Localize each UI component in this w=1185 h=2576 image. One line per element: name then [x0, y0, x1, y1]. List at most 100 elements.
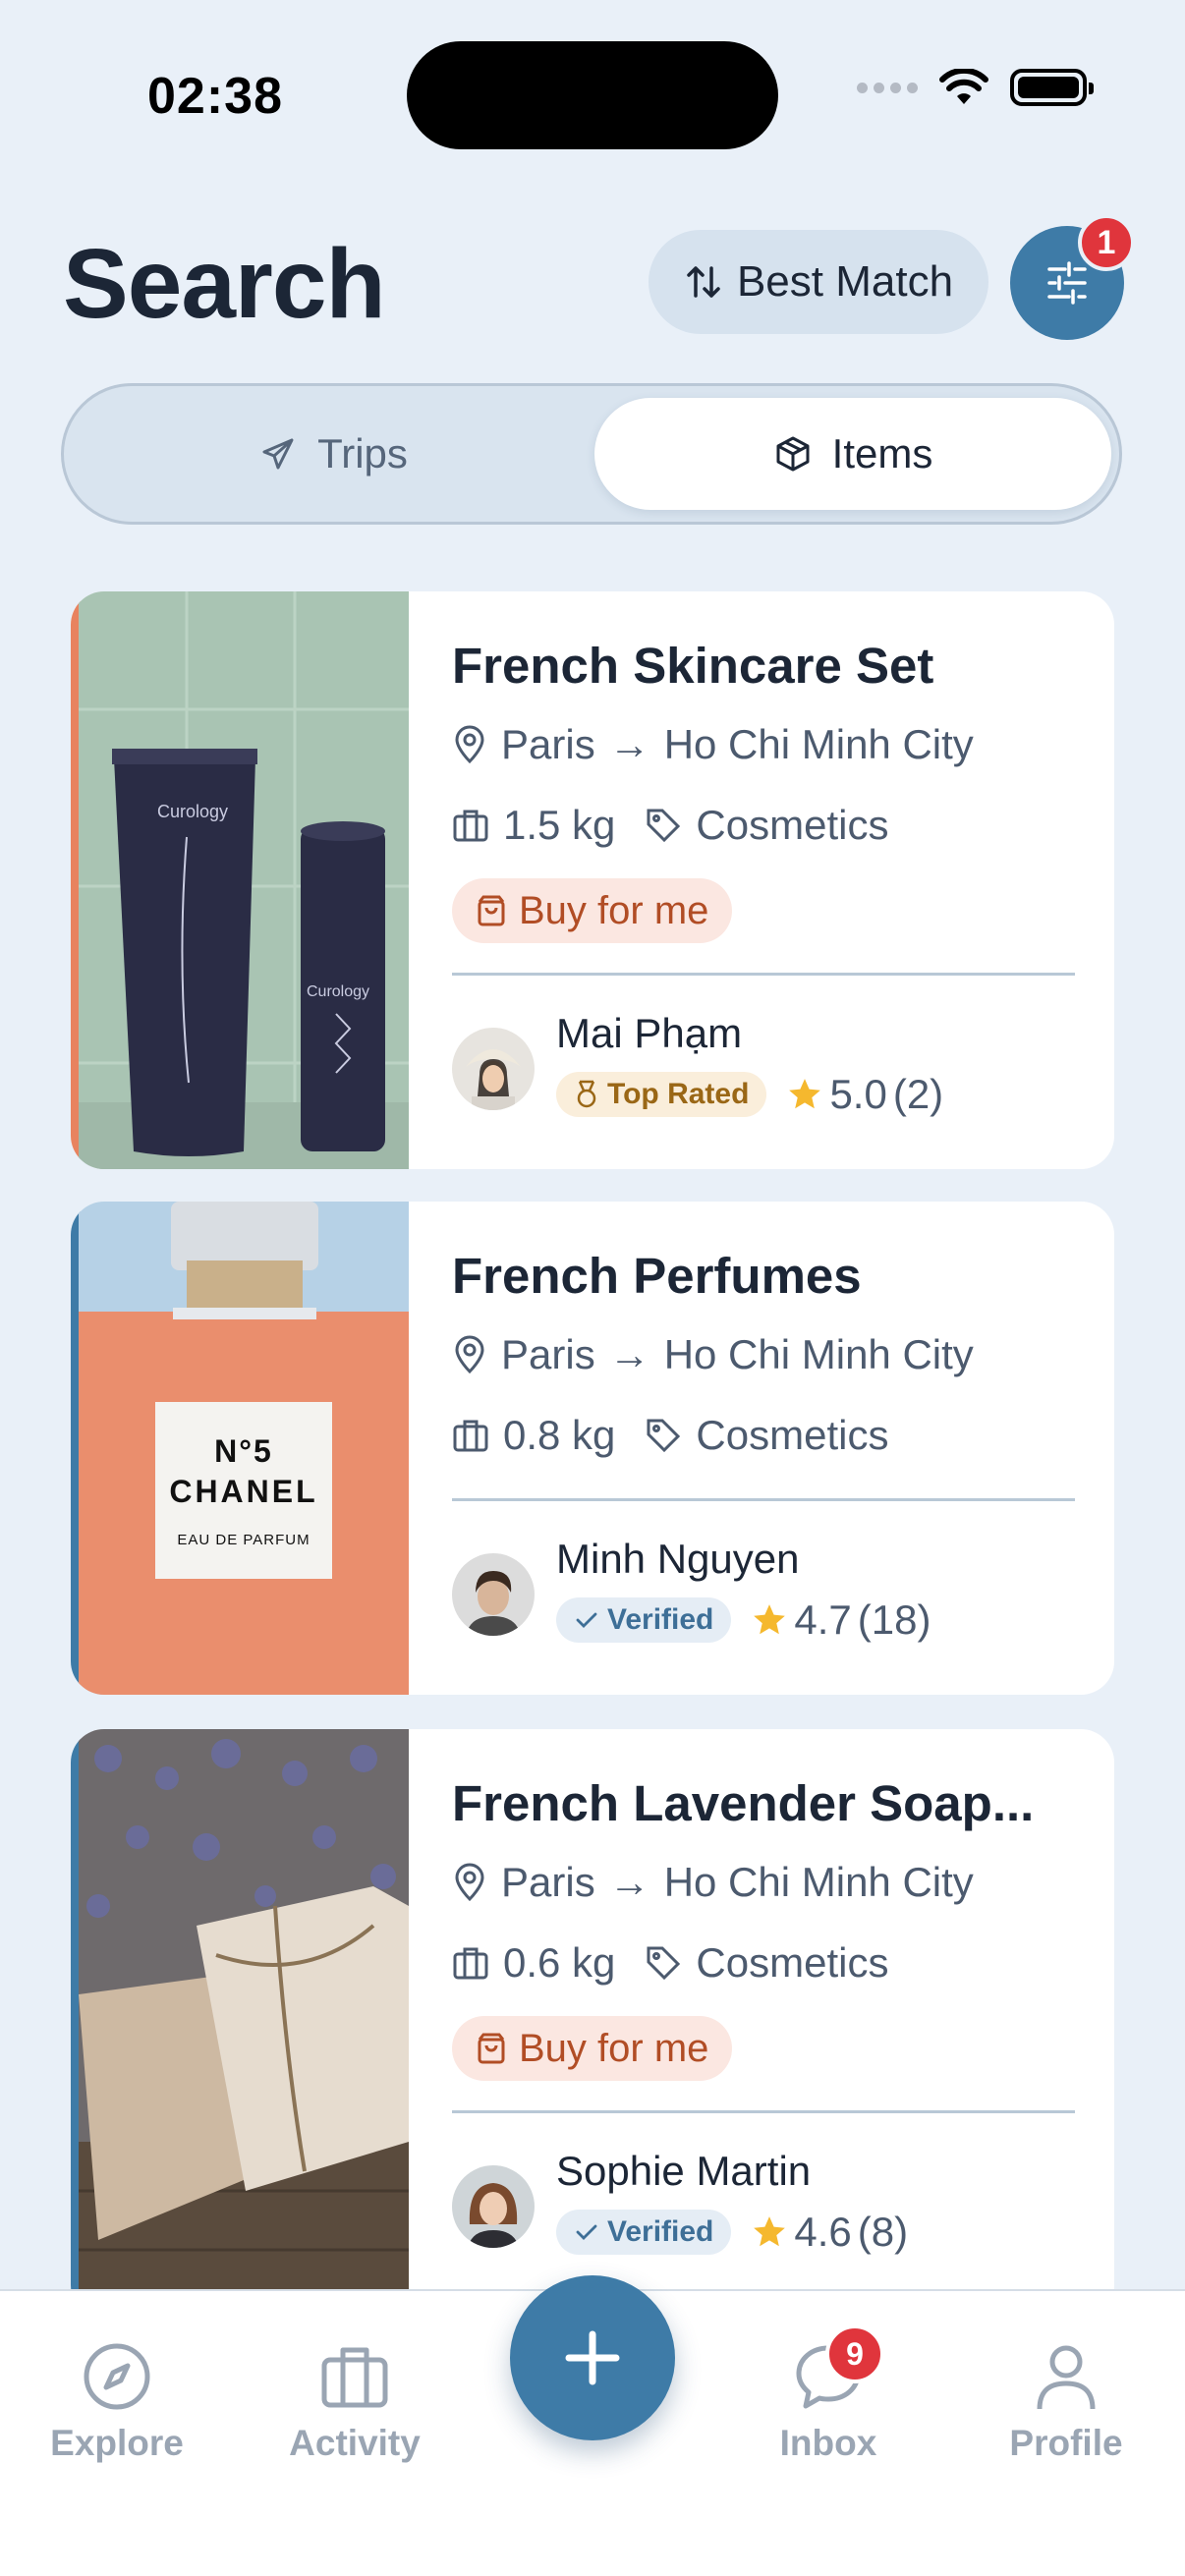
tag-icon	[645, 1417, 682, 1454]
perfume-label-type: EAU DE PARFUM	[177, 1531, 310, 1548]
avatar	[452, 2165, 535, 2248]
tab-trips[interactable]: Trips	[78, 398, 589, 510]
route-to: Ho Chi Minh City	[663, 721, 974, 767]
route: Paris → Ho Chi Minh City	[452, 1859, 974, 1906]
nav-activity[interactable]: Activity	[256, 2340, 453, 2464]
page-title: Search	[63, 229, 386, 339]
sort-button[interactable]: Best Match	[649, 230, 988, 334]
item-image-skincare: Curology Curology	[79, 591, 409, 1169]
map-pin-icon	[452, 1335, 487, 1374]
item-category: Cosmetics	[696, 1939, 889, 1986]
top-rated-badge: Top Rated	[556, 1072, 767, 1117]
add-button[interactable]	[510, 2275, 675, 2440]
avatar	[452, 1553, 535, 1636]
item-weight: 1.5 kg	[503, 802, 616, 848]
tab-items[interactable]: Items	[594, 398, 1111, 510]
perfume-label-number: N°5	[214, 1432, 273, 1469]
item-card[interactable]: French Lavender Soap... Paris → Ho Chi M…	[71, 1729, 1114, 2319]
tag-icon	[645, 1944, 682, 1982]
status-bar: 02:38	[0, 0, 1185, 187]
battery-icon	[1010, 69, 1094, 106]
buy-for-me-label: Buy for me	[519, 888, 709, 932]
route-from: Paris	[501, 1331, 595, 1377]
rating-value: 4.7	[794, 1596, 852, 1643]
inbox-unread-badge: 9	[825, 2324, 884, 2383]
item-title: French Lavender Soap...	[452, 1775, 1035, 1831]
item-details: 0.6 kg Cosmetics	[452, 1939, 888, 1987]
compass-icon	[84, 2343, 150, 2410]
review-count: (2)	[892, 1071, 944, 1117]
nav-explore[interactable]: Explore	[19, 2340, 215, 2464]
route-arrow: →	[608, 721, 650, 767]
luggage-icon	[452, 807, 489, 844]
item-image-perfume: N°5 CHANEL EAU DE PARFUM	[79, 1202, 409, 1695]
wifi-icon	[939, 69, 988, 104]
item-card[interactable]: N°5 CHANEL EAU DE PARFUM French Perfumes…	[71, 1202, 1114, 1695]
item-image-soap	[79, 1729, 409, 2319]
filter-count-badge: 1	[1078, 214, 1135, 271]
item-weight: 0.6 kg	[503, 1939, 616, 1986]
perfume-label-brand: CHANEL	[169, 1473, 318, 1509]
sliders-icon	[1047, 261, 1087, 305]
checkmark-icon	[576, 1612, 597, 1628]
tab-trips-label: Trips	[317, 430, 408, 476]
card-divider	[452, 2110, 1075, 2113]
airplane-icon	[262, 438, 294, 470]
card-divider	[452, 1498, 1075, 1501]
map-pin-icon	[452, 725, 487, 764]
route-arrow: →	[608, 1859, 650, 1905]
checkmark-icon	[576, 2224, 597, 2240]
tab-items-label: Items	[831, 430, 933, 476]
person-icon	[1037, 2345, 1096, 2410]
shopping-bag-icon	[478, 2033, 505, 2064]
item-card[interactable]: Curology Curology French Skincare Set Pa…	[71, 591, 1114, 1169]
buy-for-me-chip[interactable]: Buy for me	[452, 878, 733, 943]
verified-badge: Verified	[556, 2210, 732, 2255]
luggage-icon	[452, 1417, 489, 1454]
review-count: (8)	[857, 2209, 909, 2255]
rating-value: 5.0	[829, 1071, 887, 1117]
route-to: Ho Chi Minh City	[663, 1859, 974, 1905]
traveler-name: Sophie Martin	[556, 2148, 812, 2194]
sort-arrows-icon	[687, 266, 720, 298]
nav-profile[interactable]: Profile	[968, 2340, 1164, 2464]
star-icon	[789, 1079, 821, 1109]
route-to: Ho Chi Minh City	[663, 1331, 974, 1377]
traveler-info[interactable]: Sophie Martin Verified 4.6 (8)	[452, 2148, 1075, 2266]
rating: 4.6 (8)	[751, 2209, 908, 2256]
status-icons	[857, 69, 1094, 106]
traveler-info[interactable]: Mai Phạm Top Rated 5.0 (2)	[452, 1010, 1075, 1128]
briefcase-icon	[321, 2347, 388, 2408]
map-pin-icon	[452, 1863, 487, 1902]
route: Paris → Ho Chi Minh City	[452, 721, 974, 768]
star-icon	[754, 1604, 786, 1635]
search-type-segmented-control: Trips Items	[61, 383, 1122, 525]
nav-inbox-label: Inbox	[779, 2423, 877, 2463]
avatar	[452, 1028, 535, 1110]
medal-icon	[577, 1080, 596, 1108]
svg-text:Curology: Curology	[307, 983, 369, 1000]
review-count: (18)	[857, 1596, 931, 1643]
route: Paris → Ho Chi Minh City	[452, 1331, 974, 1378]
item-category: Cosmetics	[696, 1412, 889, 1458]
svg-text:Curology: Curology	[157, 802, 228, 821]
buy-for-me-chip[interactable]: Buy for me	[452, 2016, 733, 2081]
traveler-name: Mai Phạm	[556, 1010, 743, 1056]
item-title: French Perfumes	[452, 1248, 862, 1304]
shopping-bag-icon	[478, 895, 505, 926]
nav-explore-label: Explore	[50, 2423, 184, 2463]
rating: 5.0 (2)	[786, 1071, 943, 1118]
status-time: 02:38	[147, 68, 283, 125]
traveler-info[interactable]: Minh Nguyen Verified 4.7 (18)	[452, 1536, 1075, 1653]
item-category: Cosmetics	[696, 802, 889, 848]
plus-icon	[565, 2330, 620, 2385]
item-title: French Skincare Set	[452, 638, 934, 694]
rating-value: 4.6	[794, 2209, 852, 2255]
route-arrow: →	[608, 1331, 650, 1377]
rating: 4.7 (18)	[751, 1596, 931, 1644]
nav-profile-label: Profile	[1009, 2423, 1123, 2463]
buy-for-me-label: Buy for me	[519, 2026, 709, 2070]
luggage-icon	[452, 1944, 489, 1982]
dynamic-island	[407, 41, 778, 149]
cellular-signal-icon	[857, 82, 918, 93]
